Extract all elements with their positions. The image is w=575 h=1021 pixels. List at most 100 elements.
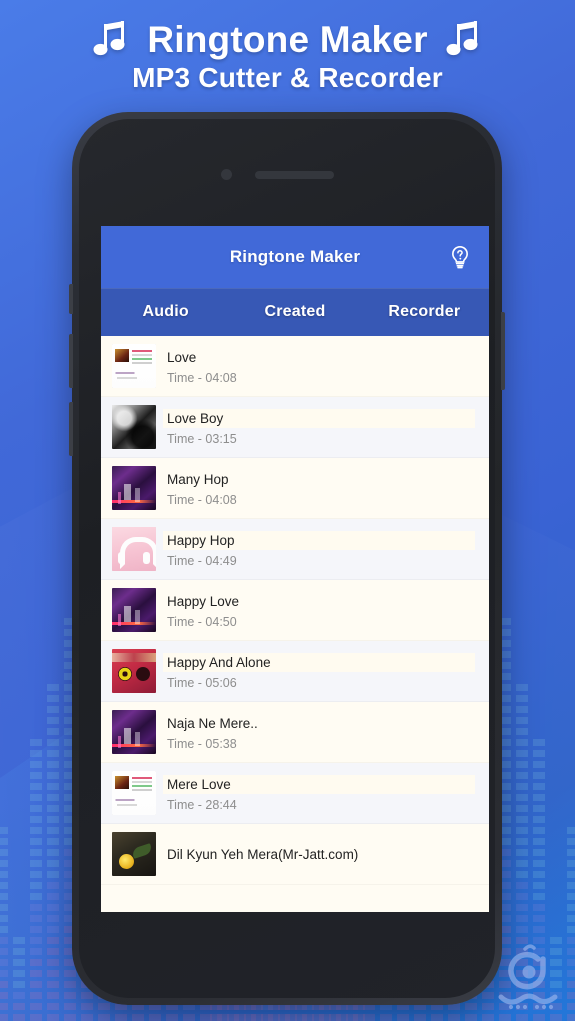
equalizer-cell bbox=[567, 849, 575, 856]
list-item[interactable]: Love Boy Time - 03:15 bbox=[101, 397, 489, 458]
equalizer-cell bbox=[0, 860, 8, 867]
equalizer-cell bbox=[533, 937, 545, 944]
equalizer-cell bbox=[47, 1014, 59, 1021]
equalizer-cell bbox=[47, 893, 59, 900]
equalizer-column bbox=[0, 827, 8, 1021]
equalizer-cell bbox=[30, 926, 42, 933]
equalizer-cell bbox=[0, 970, 8, 977]
equalizer-cell bbox=[47, 783, 59, 790]
track-duration: Time - 03:15 bbox=[167, 431, 237, 446]
track-duration: Time - 28:44 bbox=[167, 797, 237, 812]
tab-audio[interactable]: Audio bbox=[101, 288, 230, 336]
phone-body: Ringtone Maker Audio Created Recorder Lo… bbox=[79, 119, 495, 998]
equalizer-cell bbox=[499, 1014, 511, 1021]
equalizer-cell bbox=[516, 739, 528, 746]
equalizer-cell bbox=[533, 849, 545, 856]
equalizer-cell bbox=[227, 1014, 239, 1021]
equalizer-cell bbox=[516, 915, 528, 922]
equalizer-cell bbox=[550, 992, 562, 999]
equalizer-cell bbox=[516, 761, 528, 768]
equalizer-cell bbox=[47, 706, 59, 713]
equalizer-cell bbox=[516, 783, 528, 790]
list-item[interactable]: Happy Love Time - 04:50 bbox=[101, 580, 489, 641]
list-item[interactable]: Naja Ne Mere.. Time - 05:38 bbox=[101, 702, 489, 763]
equalizer-cell bbox=[30, 882, 42, 889]
equalizer-cell bbox=[516, 948, 528, 955]
tab-recorder[interactable]: Recorder bbox=[360, 288, 489, 336]
tab-bar: Audio Created Recorder bbox=[101, 288, 489, 336]
equalizer-cell bbox=[47, 794, 59, 801]
equalizer-cell bbox=[13, 937, 25, 944]
equalizer-cell bbox=[30, 959, 42, 966]
equalizer-cell bbox=[533, 915, 545, 922]
equalizer-cell bbox=[200, 1014, 212, 1021]
list-item-text: Naja Ne Mere.. Time - 05:38 bbox=[167, 714, 479, 751]
equalizer-cell bbox=[234, 1014, 246, 1021]
equalizer-cell bbox=[516, 838, 528, 845]
album-art bbox=[112, 344, 156, 388]
equalizer-cell bbox=[13, 970, 25, 977]
equalizer-cell bbox=[47, 728, 59, 735]
equalizer-cell bbox=[312, 1014, 324, 1021]
track-duration: Time - 04:08 bbox=[167, 370, 237, 385]
equalizer-cell bbox=[30, 805, 42, 812]
equalizer-cell bbox=[47, 772, 59, 779]
list-item[interactable]: Mere Love Time - 28:44 bbox=[101, 763, 489, 824]
equalizer-cell bbox=[47, 981, 59, 988]
lightbulb-help-icon[interactable] bbox=[443, 240, 477, 274]
album-art-rose-piano bbox=[112, 832, 156, 876]
track-title: Happy Love bbox=[167, 593, 240, 609]
equalizer-cell bbox=[166, 1014, 178, 1021]
list-item-text: Many Hop Time - 04:08 bbox=[167, 470, 479, 507]
equalizer-cell bbox=[13, 981, 25, 988]
equalizer-cell bbox=[47, 992, 59, 999]
album-art bbox=[112, 649, 156, 693]
equalizer-cell bbox=[0, 992, 8, 999]
equalizer-cell bbox=[47, 805, 59, 812]
equalizer-cell bbox=[550, 948, 562, 955]
equalizer-cell bbox=[47, 871, 59, 878]
album-art-headphones bbox=[112, 527, 156, 571]
list-item[interactable]: Happy Hop Time - 04:49 bbox=[101, 519, 489, 580]
equalizer-cell bbox=[533, 959, 545, 966]
equalizer-cell bbox=[567, 871, 575, 878]
equalizer-cell bbox=[499, 1003, 511, 1010]
list-item[interactable]: Dil Kyun Yeh Mera(Mr-Jatt.com) bbox=[101, 824, 489, 885]
equalizer-cell bbox=[516, 827, 528, 834]
equalizer-cell bbox=[64, 1003, 76, 1010]
phone-mockup: Ringtone Maker Audio Created Recorder Lo… bbox=[69, 112, 505, 1005]
equalizer-cell bbox=[30, 860, 42, 867]
app-screen: Ringtone Maker Audio Created Recorder Lo… bbox=[101, 226, 489, 912]
equalizer-cell bbox=[516, 860, 528, 867]
equalizer-cell bbox=[533, 948, 545, 955]
album-art bbox=[112, 527, 156, 571]
list-item[interactable]: Many Hop Time - 04:08 bbox=[101, 458, 489, 519]
equalizer-cell bbox=[465, 1003, 477, 1010]
equalizer-cell bbox=[516, 772, 528, 779]
equalizer-cell bbox=[30, 1003, 42, 1010]
equalizer-cell bbox=[533, 1014, 545, 1021]
list-item[interactable]: Happy And Alone Time - 05:06 bbox=[101, 641, 489, 702]
equalizer-cell bbox=[98, 1003, 110, 1010]
audio-list[interactable]: Love Time - 04:08 Love Boy Time - 03:15 Many… bbox=[101, 336, 489, 912]
equalizer-cell bbox=[64, 1014, 76, 1021]
track-title: Happy And Alone bbox=[163, 652, 475, 672]
equalizer-cell bbox=[47, 860, 59, 867]
equalizer-cell bbox=[0, 827, 8, 834]
equalizer-cell bbox=[30, 794, 42, 801]
album-art-purple-dj bbox=[112, 466, 156, 510]
equalizer-column bbox=[13, 937, 25, 1021]
equalizer-cell bbox=[30, 750, 42, 757]
equalizer-cell bbox=[285, 1014, 297, 1021]
promo-banner: Ringtone Maker MP3 Cutter & Recorder bbox=[0, 0, 575, 112]
equalizer-cell bbox=[567, 915, 575, 922]
track-title: Mere Love bbox=[163, 774, 475, 794]
equalizer-cell bbox=[0, 838, 8, 845]
equalizer-cell bbox=[516, 981, 528, 988]
equalizer-cell bbox=[47, 948, 59, 955]
equalizer-cell bbox=[244, 1014, 256, 1021]
tab-created[interactable]: Created bbox=[230, 288, 359, 336]
track-title: Love Boy bbox=[163, 408, 475, 428]
equalizer-cell bbox=[516, 871, 528, 878]
list-item[interactable]: Love Time - 04:08 bbox=[101, 336, 489, 397]
